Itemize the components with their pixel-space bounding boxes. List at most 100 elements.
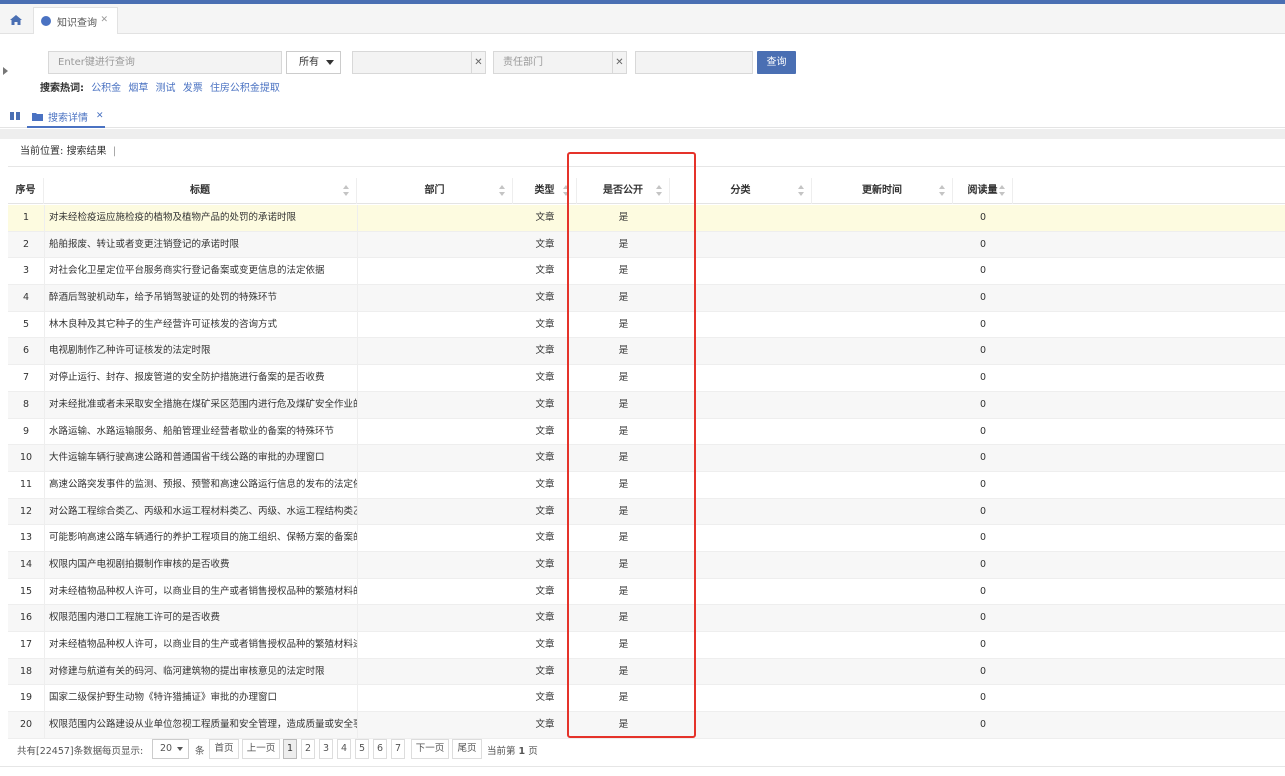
divider — [8, 166, 1285, 167]
table-row[interactable]: 20 权限范围内公路建设从业单位忽视工程质量和安全管理，造成质量或安全事 文章 是 0 — [8, 712, 1285, 739]
sort-icon[interactable] — [999, 185, 1006, 197]
page-button[interactable]: 7 — [391, 739, 405, 759]
tab-bar: 知识查询 ✕ — [0, 4, 1285, 34]
clear-icon[interactable]: ✕ — [471, 52, 485, 73]
row-title[interactable]: 对修建与航道有关的码河、临河建筑物的提出审核意见的法定时限 — [49, 659, 357, 685]
page-button[interactable]: 2 — [301, 739, 315, 759]
row-title[interactable]: 对未经植物品种权人许可，以商业目的生产或者销售授权品种的繁殖材料的 — [49, 579, 357, 605]
column-header-type[interactable]: 类型 — [513, 178, 577, 204]
table-row[interactable]: 5 林木良种及其它种子的生产经营许可证核发的咨询方式 文章 是 0 — [8, 311, 1285, 339]
row-title[interactable]: 对公路工程综合类乙、丙级和水运工程材料类乙、丙级、水运工程结构类乙 — [49, 499, 357, 525]
table-row[interactable]: 2 船舶报废、转让或者变更注销登记的承诺时限 文章 是 0 — [8, 231, 1285, 259]
sort-icon[interactable] — [343, 185, 350, 197]
filter-input-2[interactable]: ✕ — [352, 51, 486, 74]
column-header-department[interactable]: 部门 — [357, 178, 513, 204]
folder-icon — [32, 112, 43, 121]
close-icon[interactable]: ✕ — [100, 15, 108, 25]
table-row[interactable]: 10 大件运输车辆行驶高速公路和普通国省干线公路的审批的办理窗口 文章 是 0 — [8, 445, 1285, 472]
column-header-updated[interactable]: 更新时间 — [812, 178, 953, 204]
table-row[interactable]: 4 醉酒后驾驶机动车，给予吊销驾驶证的处罚的特殊环节 文章 是 0 — [8, 285, 1285, 312]
column-divider — [357, 445, 358, 472]
row-reads: 0 — [979, 639, 987, 650]
row-title[interactable]: 对社会化卫星定位平台服务商实行登记备案或变更信息的法定依据 — [49, 258, 357, 284]
table-row[interactable]: 18 对修建与航道有关的码河、临河建筑物的提出审核意见的法定时限 文章 是 0 — [8, 658, 1285, 686]
chevron-down-icon — [326, 60, 334, 65]
table-row[interactable]: 1 对未经检疫运应施检疫的植物及植物产品的处罚的承诺时限 文章 是 0 — [8, 205, 1285, 232]
row-title[interactable]: 对未经检疫运应施检疫的植物及植物产品的处罚的承诺时限 — [49, 205, 357, 231]
row-title[interactable]: 大件运输车辆行驶高速公路和普通国省干线公路的审批的办理窗口 — [49, 445, 357, 471]
column-header-category[interactable]: 分类 — [670, 178, 812, 204]
row-title[interactable]: 对未经批准或者未采取安全措施在煤矿采区范围内进行危及煤矿安全作业的 — [49, 392, 357, 418]
row-title[interactable]: 电视剧制作乙种许可证核发的法定时限 — [49, 338, 357, 364]
column-header-public[interactable]: 是否公开 — [577, 178, 670, 204]
table-row[interactable]: 9 水路运输、水路运输服务、船舶管理业经营者歇业的备案的特殊环节 文章 是 0 — [8, 418, 1285, 446]
table-row[interactable]: 13 可能影响高速公路车辆通行的养护工程项目的施工组织、保畅方案的备案的 文章 是 0 — [8, 525, 1285, 552]
row-title[interactable]: 权限范围内港口工程施工许可的是否收费 — [49, 605, 357, 631]
sort-icon[interactable] — [563, 185, 570, 197]
scope-select[interactable]: 所有 — [286, 51, 341, 74]
column-divider — [44, 471, 45, 498]
page-button[interactable]: 5 — [355, 739, 369, 759]
filter-input-4[interactable] — [635, 51, 753, 74]
row-title[interactable]: 权限内国产电视剧拍摄制作审核的是否收费 — [49, 552, 357, 578]
sort-icon[interactable] — [798, 185, 805, 197]
sort-icon[interactable] — [499, 185, 506, 197]
home-icon[interactable] — [6, 11, 26, 29]
row-title[interactable]: 对未经植物品种权人许可，以商业目的生产或者销售授权品种的繁殖材料进 — [49, 632, 357, 658]
column-divider — [357, 712, 358, 739]
row-title[interactable]: 船舶报废、转让或者变更注销登记的承诺时限 — [49, 232, 357, 258]
prev-page-button[interactable]: 上一页 — [242, 739, 280, 759]
tab-search-details[interactable]: 搜索详情 ✕ — [27, 106, 105, 128]
row-title[interactable]: 可能影响高速公路车辆通行的养护工程项目的施工组织、保畅方案的备案的 — [49, 525, 357, 551]
row-public: 是 — [618, 345, 629, 357]
table-row[interactable]: 14 权限内国产电视剧拍摄制作审核的是否收费 文章 是 0 — [8, 551, 1285, 579]
row-title[interactable]: 林木良种及其它种子的生产经营许可证核发的咨询方式 — [49, 312, 357, 338]
table-row[interactable]: 12 对公路工程综合类乙、丙级和水运工程材料类乙、丙级、水运工程结构类乙 文章 是 0 — [8, 498, 1285, 526]
scope-value: 所有 — [299, 57, 319, 68]
table-row[interactable]: 3 对社会化卫星定位平台服务商实行登记备案或变更信息的法定依据 文章 是 0 — [8, 258, 1285, 286]
page-button[interactable]: 4 — [337, 739, 351, 759]
row-title[interactable]: 高速公路突发事件的监测、预报、预警和高速公路运行信息的发布的法定依 — [49, 472, 357, 498]
hot-word-link[interactable]: 住房公积金提取 — [210, 83, 280, 94]
clear-icon[interactable]: ✕ — [612, 52, 626, 73]
page-button[interactable]: 1 — [283, 739, 297, 759]
sort-icon[interactable] — [656, 185, 663, 197]
row-title[interactable]: 权限范围内公路建设从业单位忽视工程质量和安全管理，造成质量或安全事 — [49, 712, 357, 738]
table-row[interactable]: 16 权限范围内港口工程施工许可的是否收费 文章 是 0 — [8, 605, 1285, 632]
table-row[interactable]: 6 电视剧制作乙种许可证核发的法定时限 文章 是 0 — [8, 338, 1285, 366]
row-type: 文章 — [535, 265, 555, 277]
row-title[interactable]: 对停止运行、封存、报废管道的安全防护措施进行备案的是否收费 — [49, 365, 357, 391]
page-button[interactable]: 3 — [319, 739, 333, 759]
page-button[interactable]: 6 — [373, 739, 387, 759]
table-row[interactable]: 17 对未经植物品种权人许可，以商业目的生产或者销售授权品种的繁殖材料进 文章 是 0 — [8, 632, 1285, 659]
row-number: 8 — [22, 398, 30, 410]
keyword-search-input[interactable]: Enter键进行查询 — [48, 51, 282, 74]
row-title[interactable]: 水路运输、水路运输服务、船舶管理业经营者歇业的备案的特殊环节 — [49, 419, 357, 445]
department-placeholder: 责任部门 — [503, 57, 543, 68]
hot-word-link[interactable]: 发票 — [183, 83, 203, 94]
table-row[interactable]: 11 高速公路突发事件的监测、预报、预警和高速公路运行信息的发布的法定依 文章 是 0 — [8, 471, 1285, 499]
next-page-button[interactable]: 下一页 — [411, 739, 449, 759]
close-icon[interactable]: ✕ — [96, 111, 104, 121]
table-row[interactable]: 8 对未经批准或者未采取安全措施在煤矿采区范围内进行危及煤矿安全作业的 文章 是 0 — [8, 391, 1285, 419]
table-row[interactable]: 15 对未经植物品种权人许可，以商业目的生产或者销售授权品种的繁殖材料的 文章 是 0 — [8, 578, 1285, 606]
first-page-button[interactable]: 首页 — [209, 739, 239, 759]
expand-sidebar-icon[interactable] — [3, 67, 8, 75]
last-page-button[interactable]: 尾页 — [452, 739, 482, 759]
department-input[interactable]: 责任部门 ✕ — [493, 51, 627, 74]
hot-word-link[interactable]: 烟草 — [128, 83, 148, 94]
row-title[interactable]: 国家二级保护野生动物《特许猎捕证》审批的办理窗口 — [49, 685, 357, 711]
hot-word-link[interactable]: 测试 — [156, 83, 176, 94]
hot-word-link[interactable]: 公积金 — [91, 83, 121, 94]
per-page-select[interactable]: 20 — [152, 739, 189, 759]
grid-icon[interactable] — [10, 112, 20, 120]
column-header-title[interactable]: 标题 — [44, 178, 357, 204]
query-button[interactable]: 查询 — [757, 51, 796, 74]
tab-knowledge-query[interactable]: 知识查询 ✕ — [33, 7, 118, 34]
sort-icon[interactable] — [939, 185, 946, 197]
column-header-reads[interactable]: 阅读量 — [953, 178, 1013, 204]
table-row[interactable]: 7 对停止运行、封存、报废管道的安全防护措施进行备案的是否收费 文章 是 0 — [8, 365, 1285, 392]
row-type: 文章 — [535, 238, 555, 250]
row-title[interactable]: 醉酒后驾驶机动车，给予吊销驾驶证的处罚的特殊环节 — [49, 285, 357, 311]
table-row[interactable]: 19 国家二级保护野生动物《特许猎捕证》审批的办理窗口 文章 是 0 — [8, 685, 1285, 713]
